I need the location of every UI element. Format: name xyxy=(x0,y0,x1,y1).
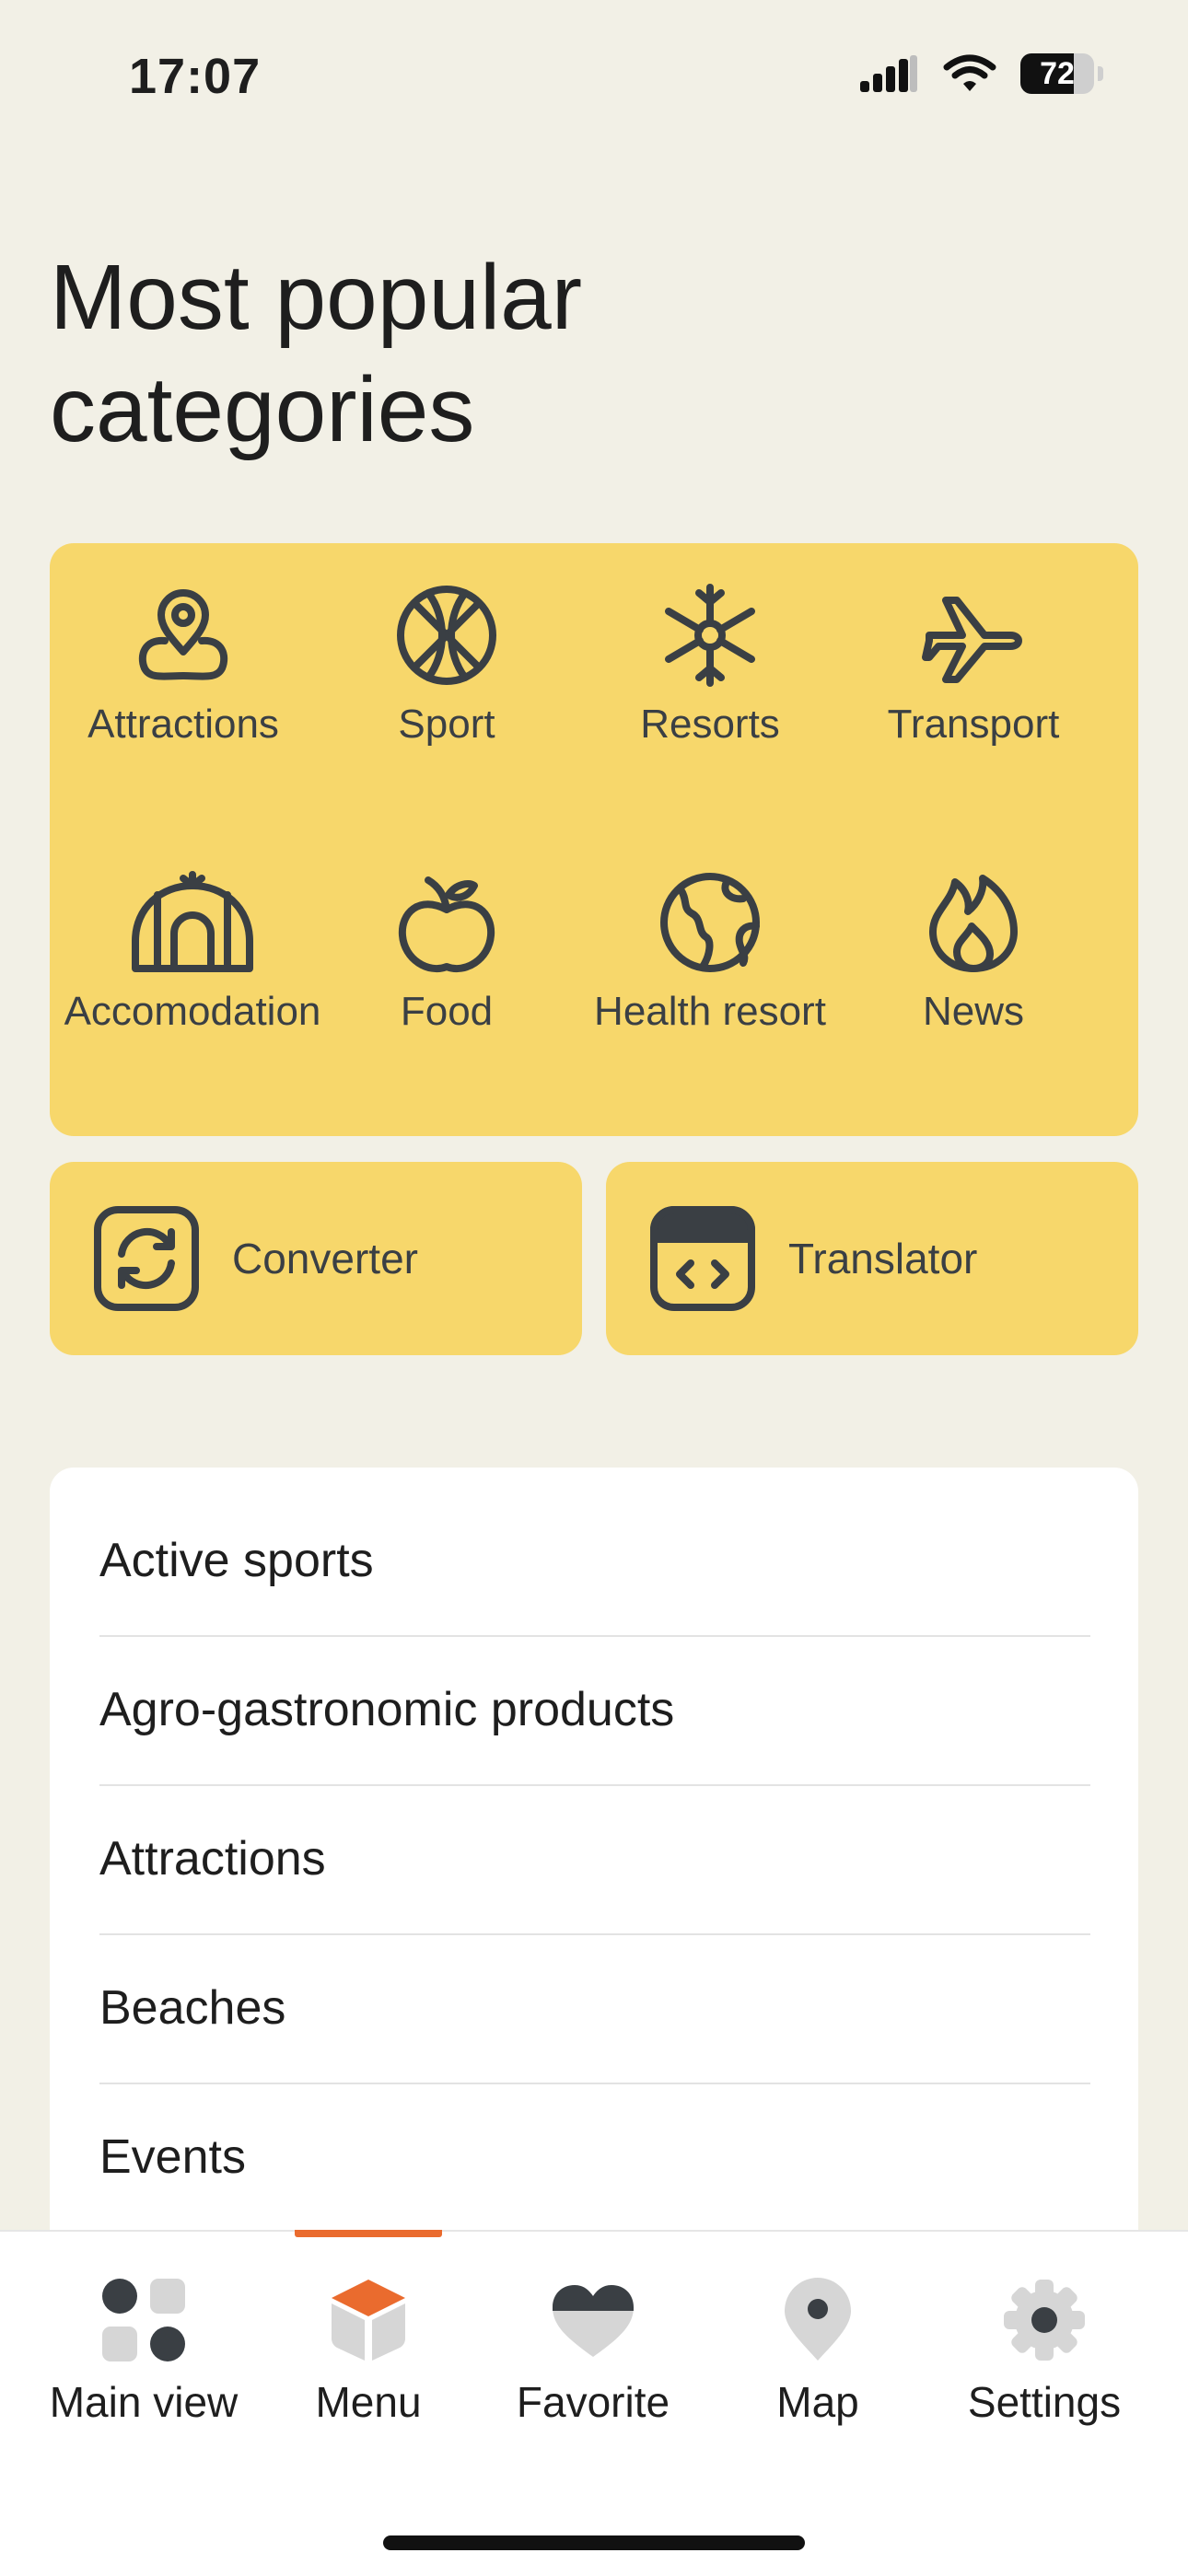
tab-main-view[interactable]: Main view xyxy=(33,2276,254,2427)
list-item[interactable]: Agro-gastronomic products xyxy=(99,1635,1090,1786)
category-transport[interactable]: Transport xyxy=(840,580,1107,792)
translator-label: Translator xyxy=(788,1235,978,1282)
tab-label: Favorite xyxy=(516,2378,670,2426)
page-title: Most popular categories xyxy=(50,246,583,461)
tab-label: Settings xyxy=(967,2378,1122,2426)
category-accomodation[interactable]: Accomodation xyxy=(59,867,326,1079)
list-item[interactable]: Attractions xyxy=(99,1784,1090,1935)
tab-favorite[interactable]: Favorite xyxy=(483,2276,704,2427)
category-label: Resorts xyxy=(640,702,780,747)
flame-icon xyxy=(929,875,1018,972)
globe-icon xyxy=(660,873,760,972)
grid-icon xyxy=(102,2279,185,2361)
tab-label: Map xyxy=(776,2378,859,2426)
category-label: Accomodation xyxy=(64,989,321,1034)
tent-icon xyxy=(132,871,253,972)
status-icons: 72 xyxy=(860,53,1103,94)
gear-icon xyxy=(1004,2280,1085,2361)
status-bar: 17:07 72 xyxy=(0,0,1188,157)
category-health-resort[interactable]: Health resort xyxy=(577,867,844,1079)
list-item[interactable]: Active sports xyxy=(99,1486,1090,1637)
tab-map[interactable]: Map xyxy=(707,2276,928,2427)
heart-icon xyxy=(553,2285,634,2357)
tab-menu[interactable]: Menu xyxy=(258,2276,479,2427)
categories-panel: Attractions Sport Resorts Transport Acco… xyxy=(50,543,1138,1136)
list-item[interactable]: Events xyxy=(99,2083,1090,2232)
category-label: Attractions xyxy=(87,702,279,747)
translator-button[interactable]: Translator xyxy=(606,1162,1138,1355)
category-label: News xyxy=(922,989,1025,1034)
battery-icon: 72 xyxy=(1020,53,1103,94)
bottom-tab-bar: Main view Menu Favorite Map Settings xyxy=(0,2230,1188,2576)
refresh-icon xyxy=(94,1206,199,1311)
category-news[interactable]: News xyxy=(840,867,1107,1079)
category-label: Food xyxy=(400,989,494,1034)
active-tab-indicator xyxy=(295,2230,442,2237)
converter-label: Converter xyxy=(232,1235,418,1282)
map-pin-icon xyxy=(138,589,228,680)
cellular-signal-icon xyxy=(860,55,917,92)
converter-button[interactable]: Converter xyxy=(50,1162,582,1355)
category-label: Transport xyxy=(887,702,1060,747)
battery-level: 72 xyxy=(1040,56,1075,91)
tab-settings[interactable]: Settings xyxy=(934,2276,1155,2427)
cube-icon xyxy=(332,2280,405,2361)
category-list: Active sports Agro-gastronomic products … xyxy=(50,1468,1138,2259)
category-attractions[interactable]: Attractions xyxy=(50,580,317,792)
snowflake-icon xyxy=(665,584,755,687)
tab-label: Main view xyxy=(49,2378,239,2426)
category-sport[interactable]: Sport xyxy=(313,580,580,792)
code-window-icon xyxy=(650,1206,755,1311)
airplane-icon xyxy=(922,597,1022,683)
basketball-icon xyxy=(397,586,496,685)
category-food[interactable]: Food xyxy=(313,867,580,1079)
wifi-icon xyxy=(943,54,996,91)
category-label: Health resort xyxy=(594,989,826,1034)
home-indicator[interactable] xyxy=(383,2535,805,2550)
category-label: Sport xyxy=(398,702,495,747)
list-item[interactable]: Beaches xyxy=(99,1933,1090,2084)
category-resorts[interactable]: Resorts xyxy=(577,580,844,792)
apple-icon xyxy=(398,876,495,972)
tab-label: Menu xyxy=(315,2378,422,2426)
location-pin-icon xyxy=(785,2278,851,2361)
status-time: 17:07 xyxy=(129,49,262,104)
